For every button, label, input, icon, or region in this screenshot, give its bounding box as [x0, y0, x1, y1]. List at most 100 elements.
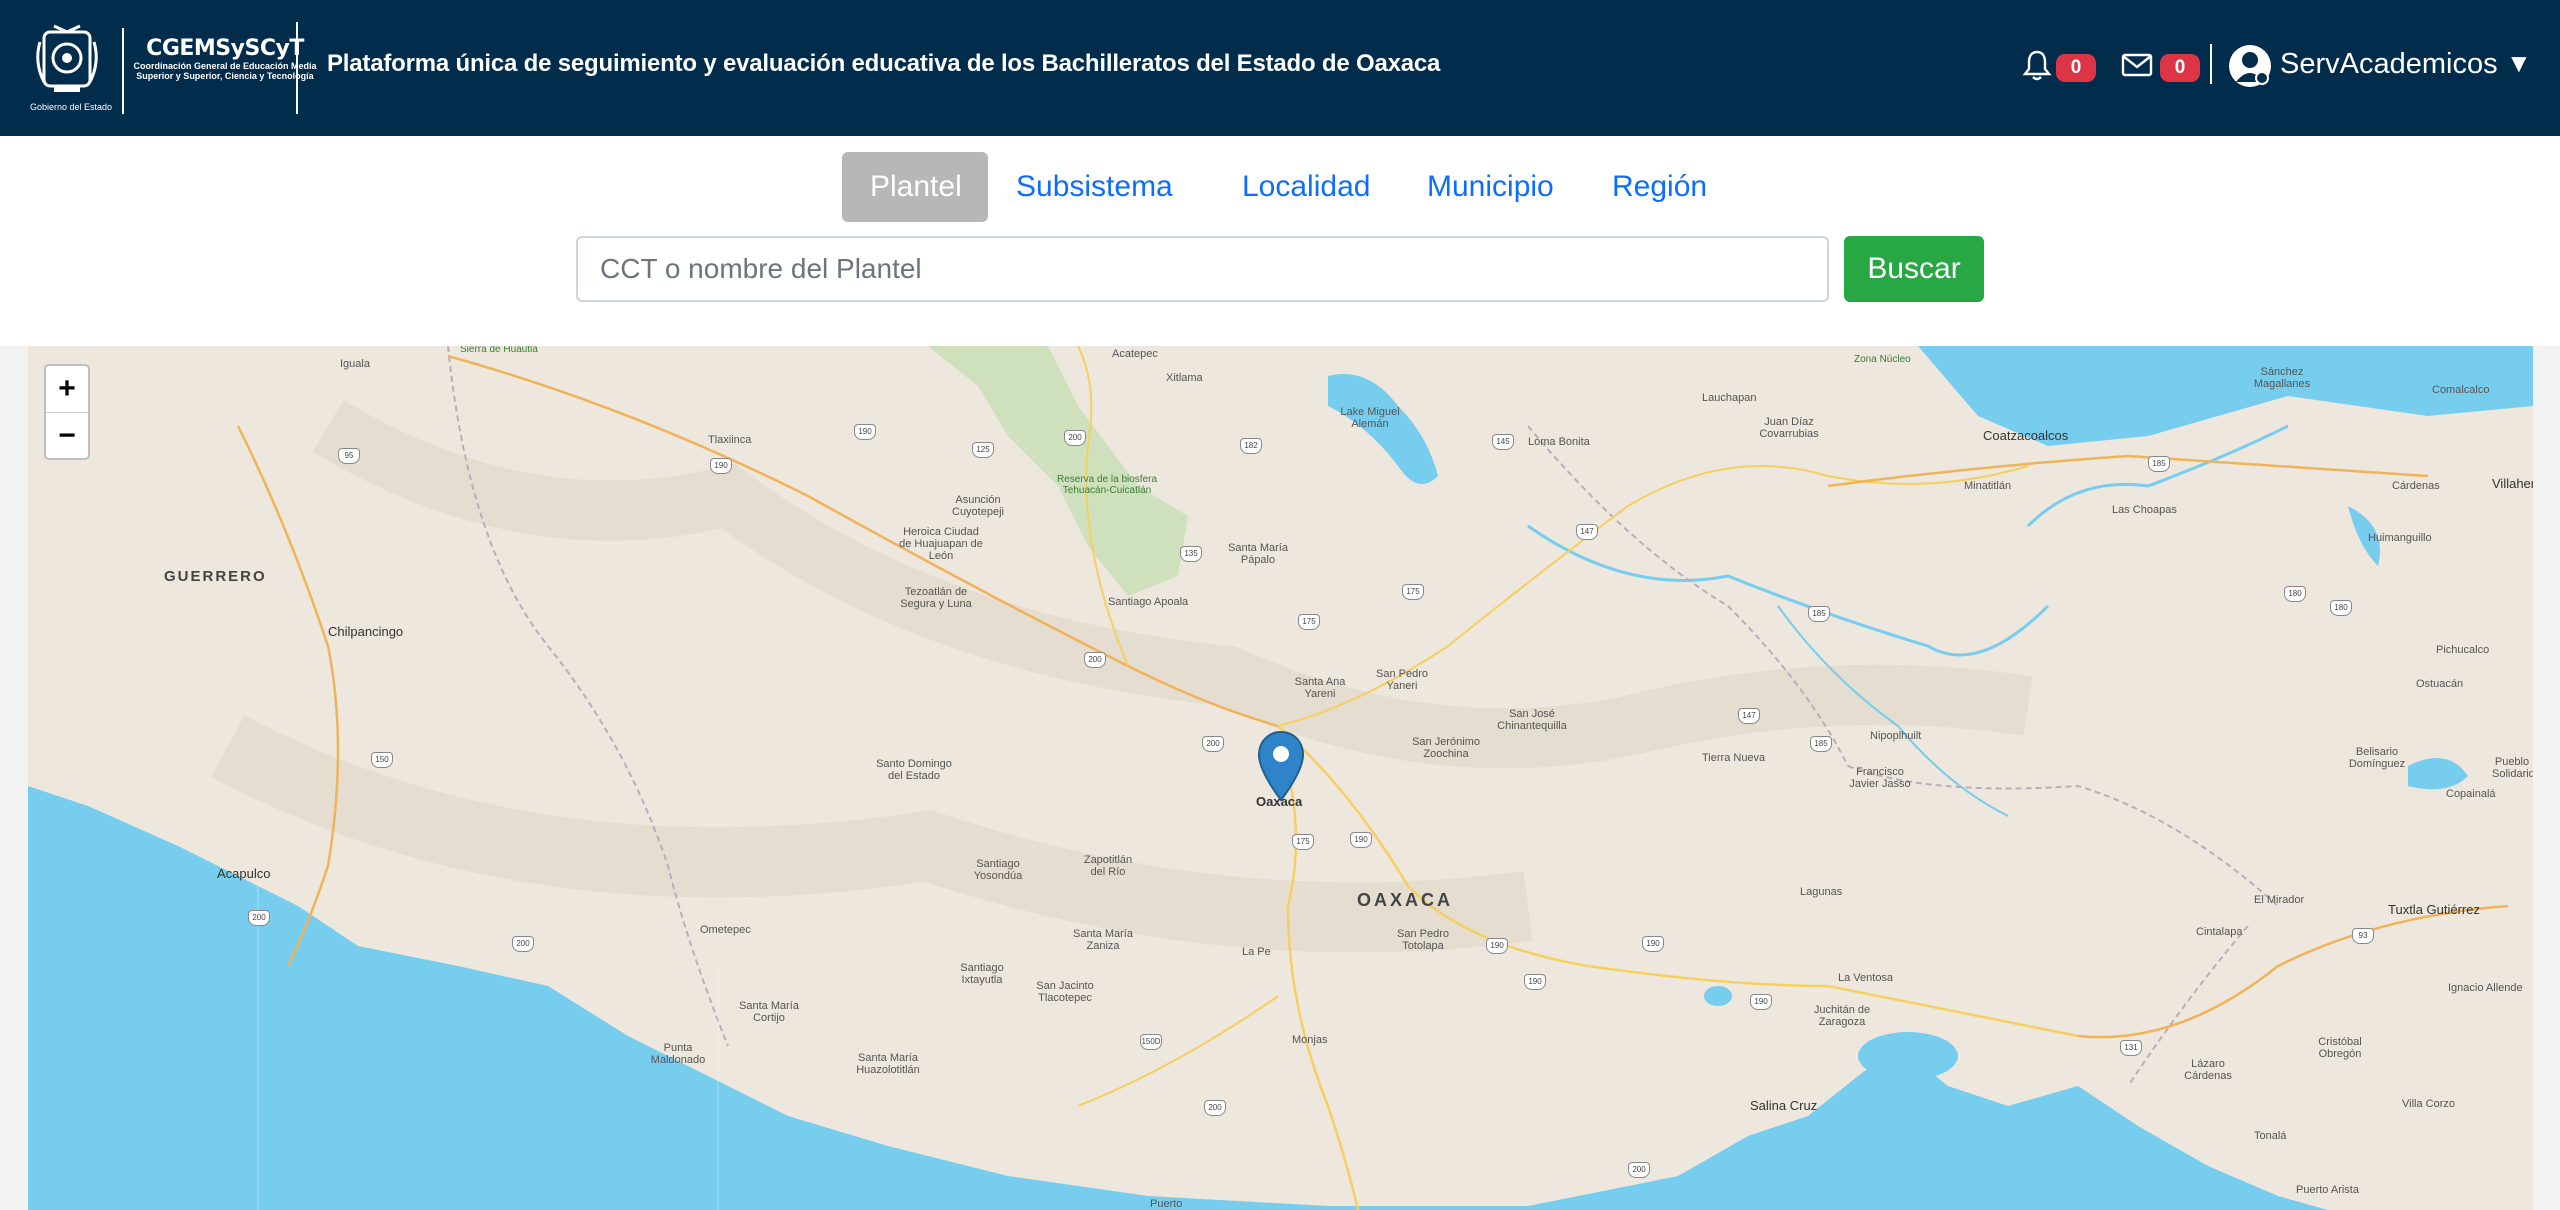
state-seal-icon [36, 24, 98, 92]
highway-shield: 185 [1808, 606, 1830, 622]
map-label: Santiago Apoala [1108, 596, 1189, 608]
map-label: Santiago Ixtayutla [960, 962, 1004, 986]
map[interactable]: + − GUERRERO OAXACA Chilpancingo Acapulc… [28, 346, 2533, 1210]
highway-shield: 200 [512, 936, 534, 952]
map-label: Santo Domingo del Estado [876, 758, 952, 782]
header-separator [2210, 44, 2212, 84]
highway-shield: 145 [1492, 434, 1514, 450]
map-label: Zapotitlán del Río [1083, 854, 1133, 878]
map-label: San Pedro Yaneri [1376, 668, 1428, 692]
messages-badge[interactable]: 0 [2160, 54, 2200, 82]
notifications-badge[interactable]: 0 [2056, 54, 2096, 82]
highway-shield: 190 [1642, 936, 1664, 952]
tab-plantel[interactable]: Plantel [842, 152, 988, 222]
map-label: Copainalá [2446, 788, 2496, 800]
map-label: Comalcalco [2432, 384, 2490, 396]
highway-shield: 190 [1350, 832, 1372, 848]
map-label: Santa Ana Yareni [1294, 676, 1346, 700]
marker-label: Oaxaca [1256, 794, 1303, 809]
highway-shield: 200 [248, 910, 270, 926]
bell-icon[interactable] [2020, 48, 2054, 82]
map-label: Santa María Huazolotitlán [856, 1052, 920, 1076]
highway-shield: 125 [972, 442, 994, 458]
map-label: Santiago Yosondúa [973, 858, 1023, 882]
highway-shield: 135 [1180, 546, 1202, 562]
page-title: Plataforma única de seguimiento y evalua… [327, 50, 1441, 77]
logo-name: CGEMSySCyT [146, 36, 304, 61]
header-divider [296, 22, 298, 114]
map-label: Lagunas [1800, 886, 1843, 898]
highway-shield: 150D [1140, 1034, 1162, 1050]
map-label: Santa María Cortijo [739, 1000, 799, 1024]
user-name[interactable]: ServAcademicos [2280, 48, 2498, 81]
map-label: San Pedro Totolapa [1397, 928, 1449, 952]
map-label: Tlaxiinca [708, 434, 752, 446]
logo-divider [122, 28, 124, 114]
highway-shield: 200 [1204, 1100, 1226, 1116]
zoom-in-button[interactable]: + [46, 366, 88, 413]
map-label: Ostuacán [2416, 678, 2464, 690]
cgemsyscyt-logo[interactable]: Gobierno del Estado CGEMSySCyT Coordinac… [30, 22, 317, 114]
highway-shield: 150 [371, 752, 393, 768]
map-label: Asunción Cuyotepeji [952, 494, 1004, 518]
highway-shield: 190 [1524, 974, 1546, 990]
caret-down-icon[interactable]: ▼ [2506, 48, 2532, 79]
envelope-icon[interactable] [2120, 48, 2154, 82]
map-label: Nipoplhuilt [1870, 730, 1922, 742]
search-input[interactable] [576, 236, 1829, 302]
map-label: Villa Corzo [2402, 1098, 2455, 1110]
map-label: Reserva de la biosfera Tehuacán-Cuicatlá… [1056, 474, 1158, 496]
map-label: Monjas [1292, 1034, 1328, 1046]
tab-municipio[interactable]: Municipio [1399, 152, 1582, 222]
map-label: Coatzacoalcos [1983, 428, 2069, 443]
highway-shield: 185 [2148, 456, 2170, 472]
tab-subsistema[interactable]: Subsistema [988, 152, 1201, 222]
highway-shield: 131 [2120, 1040, 2142, 1056]
map-label: El Mirador [2254, 894, 2305, 906]
map-label: Salina Cruz [1750, 1098, 1818, 1113]
search-button[interactable]: Buscar [1844, 236, 1984, 302]
map-label: Chilpancingo [328, 624, 404, 639]
highway-shield: 190 [710, 458, 732, 474]
highway-shield: 190 [854, 424, 876, 440]
map-label: Villaher [2492, 476, 2533, 491]
highway-shield: 93 [2352, 928, 2374, 944]
tab-localidad[interactable]: Localidad [1214, 152, 1398, 222]
map-label: Juan Díaz Covarrubias [1759, 416, 1819, 440]
location-marker-icon[interactable] [1256, 730, 1306, 802]
map-label: La Ventosa [1838, 972, 1894, 984]
map-label: Zona Núcleo [1854, 354, 1911, 365]
user-avatar-icon [2229, 45, 2271, 87]
map-label: Minatitlán [1964, 480, 2012, 492]
highway-shield: 147 [1576, 524, 1598, 540]
map-label: Acapulco [217, 866, 271, 881]
tab-region[interactable]: Región [1584, 152, 1735, 222]
logo-subtitle: Coordinación General de Educación Media … [133, 61, 317, 81]
map-label: Tezoatlán de Segura y Luna [900, 586, 972, 610]
map-label: Lake Miguel Alemán [1340, 406, 1400, 430]
map-label: Las Choapas [2112, 504, 2177, 516]
map-label: OAXACA [1357, 890, 1454, 910]
map-label: Santa María Pápalo [1228, 542, 1288, 566]
map-label: San José Chinantequilla [1497, 708, 1567, 732]
map-label: San Jacinto Tlacotepec [1036, 980, 1094, 1004]
map-label: Pichucalco [2436, 644, 2490, 656]
map-label: Cintalapa [2196, 926, 2243, 938]
map-label: Puerto [1150, 1198, 1183, 1210]
map-label: Tierra Nueva [1702, 752, 1766, 764]
map-label: Francisco Javier Jasso [1849, 766, 1911, 790]
highway-shield: 200 [1628, 1162, 1650, 1178]
map-label: Cárdenas [2392, 480, 2440, 492]
highway-shield: 180 [2330, 600, 2352, 616]
highway-shield: 182 [1240, 438, 1262, 454]
map-label: Puerto Arista [2296, 1184, 2359, 1196]
map-label: Sánchez Magallanes [2253, 366, 2311, 390]
map-label: Cristóbal Obregón [2318, 1036, 2362, 1060]
highway-shield: 95 [338, 448, 360, 464]
highway-shield: 200 [1084, 652, 1106, 668]
map-label: Tonalá [2254, 1130, 2287, 1142]
highway-shield: 175 [1298, 614, 1320, 630]
zoom-out-button[interactable]: − [46, 413, 88, 459]
top-navbar: Gobierno del Estado CGEMSySCyT Coordinac… [0, 0, 2560, 136]
map-label: Lauchapan [1702, 392, 1757, 404]
